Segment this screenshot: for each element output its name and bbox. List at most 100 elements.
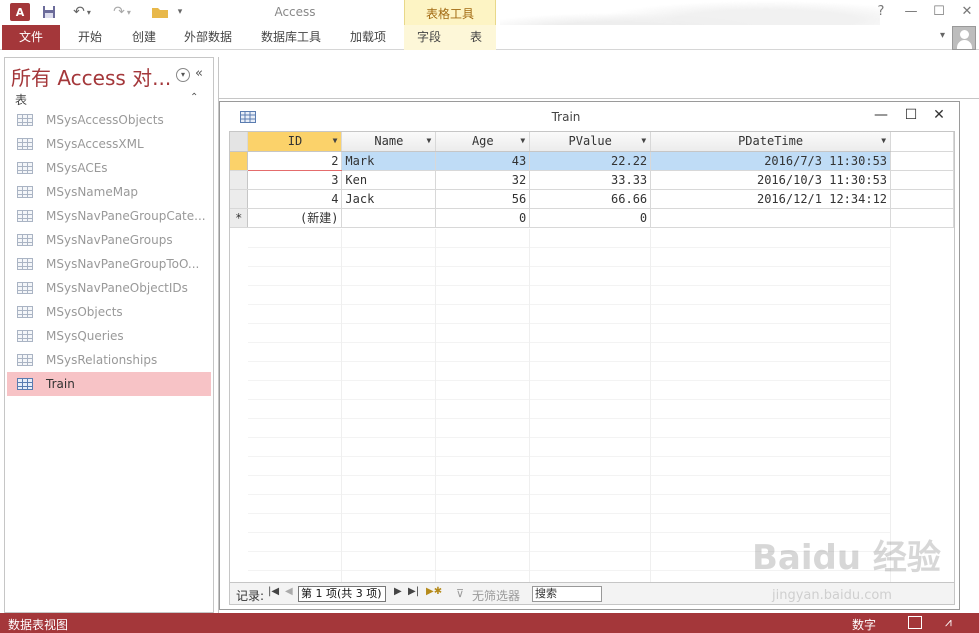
nav-object-list: MSysAccessObjects MSysAccessXML MSysACEs… [7,108,211,396]
search-input[interactable]: 搜索 [532,586,602,602]
table-icon [17,354,33,366]
minimize-button[interactable]: — [902,4,920,19]
table-window-close-button[interactable]: ✕ [930,107,948,123]
cell-pdatetime[interactable]: 2016/7/3 11:30:53 [650,151,892,171]
column-header-name[interactable]: Name ▼ [341,132,437,152]
nav-item-msysnamemap[interactable]: MSysNameMap [7,180,211,204]
design-view-icon[interactable]: ⩘ [945,616,959,629]
cell-id[interactable]: 2 [247,151,343,171]
customize-qat-icon[interactable]: ▾ [175,3,185,21]
tab-database-tools[interactable]: 数据库工具 [254,25,328,50]
nav-item-msysnavpanegroupcategories[interactable]: MSysNavPaneGroupCate... [7,204,211,228]
restore-button[interactable]: ☐ [930,4,948,19]
nav-item-msysnavpanegroups[interactable]: MSysNavPaneGroups [7,228,211,252]
nav-item-label: MSysNavPaneGroupToO... [46,257,200,271]
table-window-titlebar[interactable]: Train — ☐ ✕ [220,102,959,130]
nav-item-msysrelationships[interactable]: MSysRelationships [7,348,211,372]
cell-pdatetime[interactable]: 2016/10/3 11:30:53 [650,170,892,190]
table-window-minimize-button[interactable]: — [872,107,890,123]
nav-item-msysaces[interactable]: MSysACEs [7,156,211,180]
cell-id[interactable]: 3 [247,170,343,190]
table-icon [17,330,33,342]
new-record-row[interactable]: * (新建) 0 0 [230,208,954,228]
no-filter-label[interactable]: 无筛选器 [472,587,520,604]
cell-pdatetime[interactable]: 2016/12/1 12:34:12 [650,189,892,209]
column-header-age[interactable]: Age ▼ [435,132,531,152]
table-row[interactable]: 3 Ken 32 33.33 2016/10/3 11:30:53 [230,170,954,190]
cell-age[interactable]: 32 [435,170,531,190]
cell-id-new[interactable]: (新建) [247,208,343,228]
user-avatar[interactable] [952,26,976,50]
nav-item-msysaccessobjects[interactable]: MSysAccessObjects [7,108,211,132]
cell-pvalue[interactable]: 66.66 [529,189,652,209]
column-filter-dropdown-icon[interactable]: ▼ [641,136,646,145]
row-selector[interactable] [230,151,249,171]
last-record-icon[interactable]: ▶| [408,586,419,597]
table-icon [240,111,256,126]
nav-item-msysnavpaneobjectids[interactable]: MSysNavPaneObjectIDs [7,276,211,300]
nav-item-msysobjects[interactable]: MSysObjects [7,300,211,324]
first-record-icon[interactable]: |◀ [268,586,279,597]
datasheet-view-icon[interactable] [908,616,922,629]
previous-record-icon[interactable]: ◀ [285,586,293,597]
undo-icon[interactable]: ↶ ▾ [68,3,96,21]
account-dropdown-icon[interactable]: ▾ [940,30,945,41]
row-selector[interactable] [230,170,249,190]
column-header-pvalue[interactable]: PValue ▼ [529,132,652,152]
baidu-watermark: Baidu 经验 [752,538,941,578]
workspace-header-area [219,57,979,99]
open-folder-icon[interactable] [148,3,172,21]
new-record-icon[interactable]: ▶✱ [426,586,442,597]
table-row[interactable]: 2 Mark 43 22.22 2016/7/3 11:30:53 [230,151,954,171]
table-icon [17,282,33,294]
new-record-marker[interactable]: * [230,208,249,228]
cell-pvalue[interactable]: 22.22 [529,151,652,171]
column-filter-dropdown-icon[interactable]: ▼ [333,136,338,145]
nav-group-collapse-icon[interactable]: ⌃ [190,92,198,103]
table-row[interactable]: 4 Jack 56 66.66 2016/12/1 12:34:12 [230,189,954,209]
nav-item-msysqueries[interactable]: MSysQueries [7,324,211,348]
tab-create[interactable]: 创建 [124,25,164,50]
close-button[interactable]: ✕ [958,4,976,19]
cell-age-new[interactable]: 0 [435,208,531,228]
cell-name[interactable]: Jack [341,189,437,209]
row-selector[interactable] [230,189,249,209]
cell-pvalue-new[interactable]: 0 [529,208,652,228]
tab-file[interactable]: 文件 [2,25,60,50]
next-record-icon[interactable]: ▶ [394,586,402,597]
table-window-maximize-button[interactable]: ☐ [902,107,920,123]
help-button[interactable]: ? [872,4,890,19]
nav-pane-collapse-icon[interactable]: « [195,66,203,81]
tab-table[interactable]: 表 [460,25,492,50]
column-filter-dropdown-icon[interactable]: ▼ [881,136,886,145]
cell-name[interactable]: Ken [341,170,437,190]
cell-pvalue[interactable]: 33.33 [529,170,652,190]
cell-age[interactable]: 43 [435,151,531,171]
nav-group-header[interactable]: 表 [15,91,27,108]
column-filter-dropdown-icon[interactable]: ▼ [520,136,525,145]
access-app-icon[interactable]: A [10,3,30,21]
tab-add-ins[interactable]: 加载项 [342,25,394,50]
column-header-pdatetime[interactable]: PDateTime ▼ [650,132,892,152]
nav-item-train[interactable]: Train [7,372,211,396]
column-header-id[interactable]: ID ▼ [247,132,343,152]
cell-pdatetime-new[interactable] [650,208,892,228]
select-all-corner[interactable] [230,132,249,152]
nav-item-msysaccessxml[interactable]: MSysAccessXML [7,132,211,156]
nav-pane-title[interactable]: 所有 Access 对... [11,62,171,91]
redo-icon[interactable]: ↷ ▾ [108,3,136,21]
tab-fields[interactable]: 字段 [410,25,448,50]
column-filter-dropdown-icon[interactable]: ▼ [427,136,432,145]
column-header-empty[interactable] [890,132,954,152]
record-position-input[interactable]: 第 1 项(共 3 项) [298,586,386,602]
tab-home[interactable]: 开始 [70,25,110,50]
table-icon [17,378,33,390]
nav-pane-menu-icon[interactable]: ▾ [176,68,190,82]
save-icon[interactable] [40,3,58,21]
cell-age[interactable]: 56 [435,189,531,209]
tab-external-data[interactable]: 外部数据 [178,25,238,50]
cell-name-new[interactable] [341,208,437,228]
cell-name[interactable]: Mark [341,151,437,171]
cell-id[interactable]: 4 [247,189,343,209]
nav-item-msysnavpanegrouptoobjects[interactable]: MSysNavPaneGroupToO... [7,252,211,276]
